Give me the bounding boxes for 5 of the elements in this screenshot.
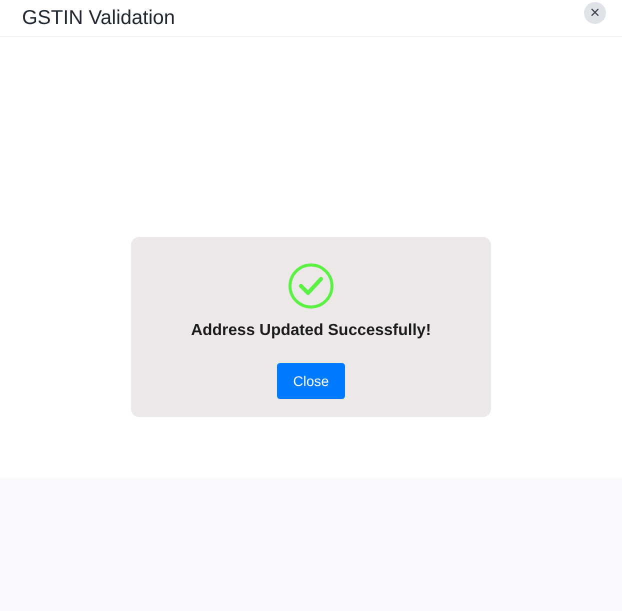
- close-button[interactable]: ×: [584, 2, 606, 24]
- success-message: Address Updated Successfully!: [190, 321, 432, 341]
- close-dialog-button[interactable]: Close: [277, 363, 345, 399]
- window-title: GSTIN Validation: [22, 8, 176, 28]
- success-check-icon: [288, 263, 334, 309]
